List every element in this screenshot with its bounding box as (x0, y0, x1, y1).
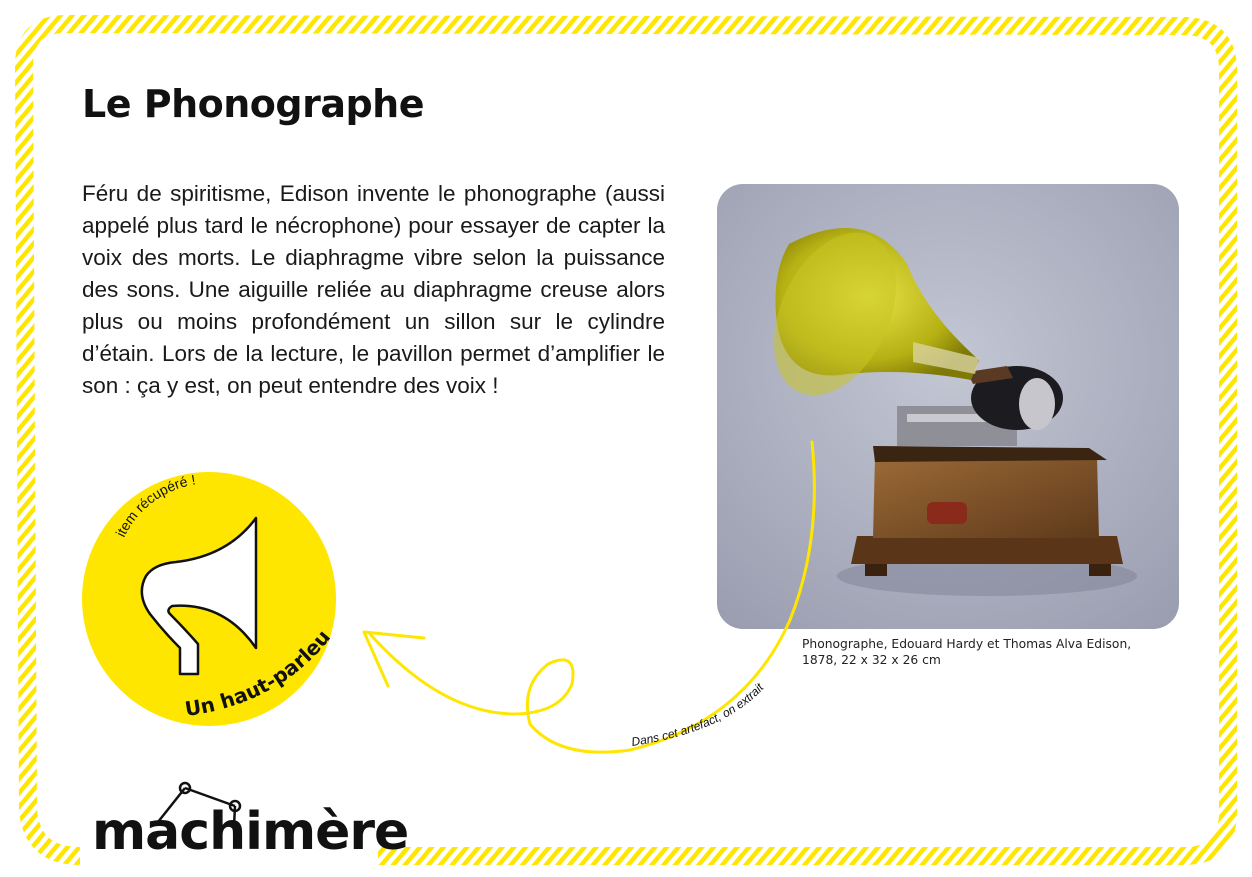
item-badge: item récupéré ! Un haut-parleur (80, 468, 336, 726)
curved-arrow: Dans cet artefact, on extrait (362, 440, 816, 754)
logo: machimère (92, 802, 409, 862)
arrow-label: Dans cet artefact, on extrait (630, 680, 766, 749)
